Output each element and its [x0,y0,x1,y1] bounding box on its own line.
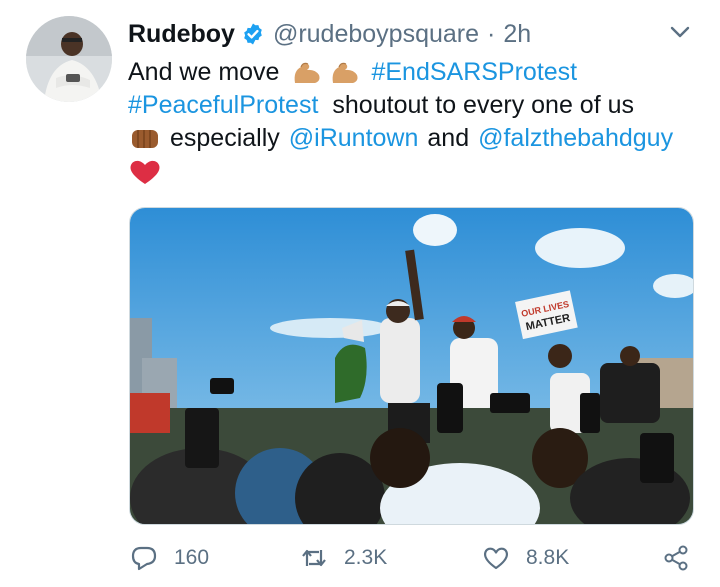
retweet-button[interactable]: 2.3K [300,538,387,578]
mention-link[interactable]: @falzthebahdguy [478,122,673,155]
tweet-text: And we move #EndSARSProtest #PeacefulPro… [128,56,698,188]
text-segment: especially [170,124,280,152]
chevron-down-icon[interactable] [666,20,694,44]
mention-link[interactable]: @iRuntown [289,122,419,155]
flexed-biceps-emoji [295,62,320,83]
red-heart-emoji [130,160,160,184]
like-count: 8.8K [526,546,570,569]
text-segment: and [427,124,470,152]
like-button[interactable]: 8.8K [482,538,569,578]
avatar[interactable] [26,16,112,102]
tweet-line-3: especially @iRuntown and @falzthebahdguy [128,122,698,155]
tweet-actions: 160 2.3K 8.8K [128,538,698,578]
tweet-header: Rudeboy @rudeboypsquare · 2h [128,14,531,54]
tweet-photo[interactable]: OUR LIVES MATTER [129,207,694,525]
reply-count: 160 [174,546,210,569]
display-name[interactable]: Rudeboy [128,20,235,49]
hashtag-link[interactable]: #PeacefulProtest [128,89,318,122]
oncoming-fist-emoji [132,129,158,148]
reply-icon [131,546,157,571]
timestamp[interactable]: 2h [503,20,531,49]
retweet-count: 2.3K [344,546,388,569]
text-segment: And we move [128,58,280,86]
tweet-line-2: #PeacefulProtest shoutout to every one o… [128,89,698,122]
heart-icon [484,547,508,570]
verified-badge-icon [244,23,262,45]
avatar-photo [26,16,112,102]
tweet-line-4 [128,155,698,188]
reply-button[interactable]: 160 [130,538,209,578]
share-icon [664,545,688,571]
share-button[interactable] [662,538,706,578]
protest-photo: OUR LIVES MATTER [130,208,693,524]
hashtag-link[interactable]: #EndSARSProtest [371,56,577,89]
user-handle[interactable]: @rudeboypsquare [273,20,479,49]
separator-dot: · [487,19,496,48]
tweet-line-1: And we move #EndSARSProtest [128,56,698,89]
flexed-biceps-emoji [333,62,358,83]
retweet-icon [302,549,326,567]
text-segment: shoutout to every one of us [332,91,634,119]
